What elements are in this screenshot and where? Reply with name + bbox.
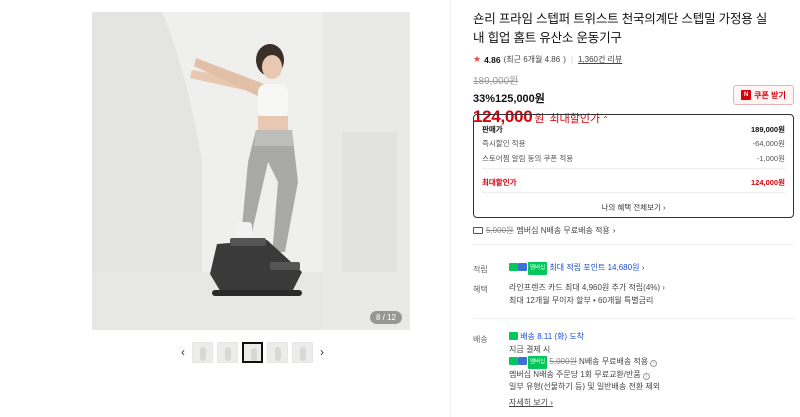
arrival-prefix: 배송 [520,332,535,341]
thumbnail-3[interactable] [242,341,263,363]
nplus-icon [518,263,527,271]
breakdown-label: 스토어찜 알림 동의 쿠폰 적용 [482,154,574,163]
product-gallery: 8 / 12 ‹ › [0,0,450,417]
breakdown-divider [482,192,785,193]
coupon-button-label: 쿠폰 받기 [754,90,786,100]
arrival-row: 배송 8.11 (화) 도착 [509,331,660,344]
nplus-icon [518,357,527,365]
breakdown-value: -1,000원 [756,154,785,163]
rating-row: ★ 4.86 (최근 6개월 4.86 ) | 1,360건 리뷰 [473,54,800,65]
star-icon: ★ [473,54,482,64]
breakdown-total-row: 최대할인가 124,000원 [482,177,785,188]
rating-divider: | [570,55,573,64]
membership-shipping-text: 멤버십 N배송 무료배송 적용 [516,226,610,235]
thumbnail-2[interactable] [217,341,238,363]
breakdown-label: 즉시할인 적용 [482,139,526,148]
rating-score: 4.86 [484,54,501,65]
breakdown-label: 최대할인가 [482,178,517,187]
breakdown-row: 스토어찜 알림 동의 쿠폰 적용 -1,000원 [482,153,785,164]
price-breakdown: 판매가 189,000원 즉시할인 적용 -64,000원 스토어찜 알림 동의… [473,114,794,218]
thumbnail-5[interactable] [292,341,313,363]
thumb-next-icon[interactable]: › [317,345,327,359]
delivery-details-link[interactable]: 자세히 보기 › [509,397,660,410]
old-fee: 5,000원 [549,357,577,366]
chevron-right-icon: › [612,226,616,235]
thumbnail-4[interactable] [267,341,288,363]
section-divider [473,244,794,245]
all-benefits-label: 나의 혜택 전체보기 [601,203,661,212]
card-benefit-text: 라인프렌즈 카드 최대 4,960원 추가 적립(4%) [509,283,661,292]
rating-recent-close: ) [563,55,566,64]
discount-percent: 33% [473,93,496,105]
breakdown-value: 124,000원 [750,178,785,187]
chevron-right-icon: › [641,263,645,272]
main-product-photo[interactable]: 8 / 12 [92,12,410,330]
exclude-note: 일부 유형(선물하기 등) 및 일반배송 전환 제외 [509,382,661,391]
npay-icon [509,357,518,365]
all-benefits-link[interactable]: 나의 혜택 전체보기 › [474,202,793,213]
breakdown-label: 판매가 [482,125,503,134]
section-divider [473,318,794,319]
membership-badge: 멤버십 [528,356,548,369]
npay-icon [509,263,518,271]
exchange-row: 멤버십 N배송 주문당 1회 무료교환/반품 i [509,369,660,382]
points-row[interactable]: 멤버십 최대 적립 포인트 14,680원 › [509,262,644,275]
fee-text: N배송 무료배송 적용 [579,357,649,366]
benefits-label: 혜택 [473,285,488,294]
points-label: 적립 [473,265,488,274]
thumbnail-strip: ‹ › [178,340,327,364]
breakdown-row: 즉시할인 적용 -64,000원 [482,138,785,149]
benefits-list: 라인프렌즈 카드 최대 4,960원 추가 적립(4%) › 최대 12개월 무… [509,282,665,307]
membership-shipping-line: 5,000원 멤버십 N배송 무료배송 적용 › [473,225,615,236]
membership-badge: 멤버십 [528,262,548,275]
chevron-right-icon: › [550,397,553,407]
stepper-model-image [92,12,410,330]
rating-recent: (최근 6개월 4.86 [503,55,561,64]
sale-price: 125,000원 [495,93,545,105]
delivery-info: 배송 8.11 (화) 도착 지금 결제 시 멤버십 5,000원 N배송 무료… [509,331,660,409]
thumb-prev-icon[interactable]: ‹ [178,345,188,359]
arrival-condition: 지금 결제 시 [509,344,551,354]
exchange-text: 멤버십 N배송 주문당 1회 무료교환/반품 [509,369,641,379]
column-divider [450,0,451,417]
truck-icon [473,227,483,234]
coupon-icon: N [741,90,752,100]
reviews-link[interactable]: 1,360건 리뷰 [578,54,622,65]
installment-benefit: 최대 12개월 무이자 할부 • 60개월 특별금리 [509,295,654,305]
npay-icon [509,332,518,340]
info-icon[interactable]: i [642,372,650,380]
old-shipping-fee: 5,000원 [486,226,514,235]
breakdown-value: 189,000원 [750,125,785,134]
breakdown-row: 판매가 189,000원 [482,124,785,135]
product-info: 숀리 프라임 스텝퍼 트위스트 천국의계단 스텝밀 가정용 실내 힙업 홈트 유… [473,10,800,127]
delivery-details-label: 자세히 보기 [509,397,549,407]
image-counter: 8 / 12 [369,311,402,324]
shipping-fee-row: 멤버십 5,000원 N배송 무료배송 적용 i [509,356,660,369]
info-icon[interactable]: i [650,360,658,367]
product-title: 숀리 프라임 스텝퍼 트위스트 천국의계단 스텝밀 가정용 실내 힙업 홈트 유… [473,12,768,45]
delivery-label: 배송 [473,335,488,344]
chevron-right-icon: › [662,203,666,212]
breakdown-value: -64,000원 [752,139,785,148]
chevron-right-icon: › [662,283,665,292]
thumbnail-1[interactable] [192,341,213,363]
card-benefit[interactable]: 라인프렌즈 카드 최대 4,960원 추가 적립(4%) › [509,282,665,295]
get-coupon-button[interactable]: N 쿠폰 받기 [733,85,794,105]
breakdown-divider [482,168,785,169]
points-text: 최대 적립 포인트 14,680원 [549,263,640,272]
arrival-date: 8.11 (화) 도착 [537,332,585,341]
